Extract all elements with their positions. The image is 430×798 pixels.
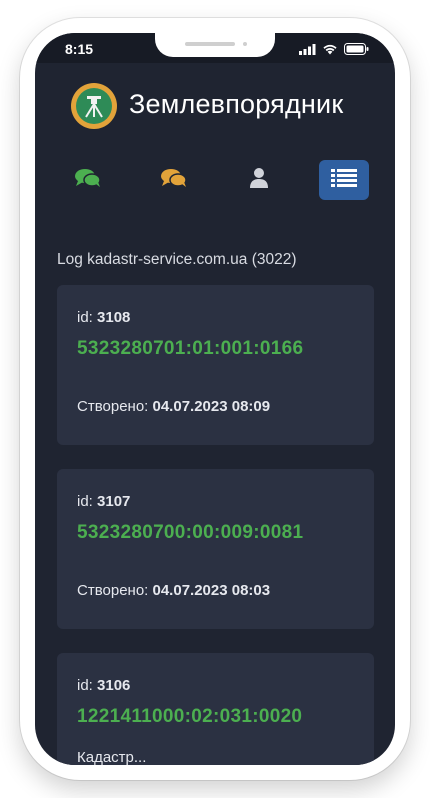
theodolite-logo-icon: [71, 83, 117, 129]
notch: [155, 33, 275, 57]
app-screen: 8:15 Землевпорядник Log kadastr-service.…: [35, 33, 395, 765]
status-bar: 8:15: [35, 33, 395, 63]
list-icon: [331, 168, 357, 193]
log-card[interactable]: id: 3107 5323280700:00:009:0081 Створено…: [57, 469, 374, 629]
cadastral-number[interactable]: 5323280701:01:001:0166: [77, 338, 303, 360]
nav-user[interactable]: [234, 160, 284, 200]
id-value: 3106: [97, 677, 131, 694]
log-card[interactable]: id: 3106 1221411000:02:031:0020 Кадастр.…: [57, 653, 374, 765]
id-label: id:: [77, 677, 93, 694]
id-label: id:: [77, 309, 93, 326]
top-nav: [59, 160, 379, 202]
status-icons: [299, 42, 369, 58]
entry-id: id: 3106: [77, 677, 130, 694]
id-value: 3108: [97, 309, 131, 326]
id-label: id:: [77, 493, 93, 510]
app-title: Землевпорядник: [129, 89, 344, 119]
nav-chat-green[interactable]: [63, 160, 113, 200]
app-header: Землевпорядник: [35, 81, 395, 137]
chat-icon: [161, 168, 187, 193]
chat-icon: [75, 168, 101, 193]
created-value: 04.07.2023 08:09: [152, 398, 271, 415]
created-label: Створено:: [77, 398, 149, 415]
nav-chat-orange[interactable]: [149, 160, 199, 200]
created-date: Створено: 04.07.2023 08:09: [77, 398, 270, 415]
entry-extra-text: Кадастр...: [77, 749, 147, 765]
cadastral-number[interactable]: 5323280700:00:009:0081: [77, 522, 303, 544]
entry-id: id: 3107: [77, 493, 130, 510]
signal-icon: [299, 42, 316, 58]
battery-icon: [344, 42, 369, 58]
entry-id: id: 3108: [77, 309, 130, 326]
created-label: Створено:: [77, 582, 149, 599]
nav-log-list[interactable]: [319, 160, 369, 200]
log-title: Log kadastr-service.com.ua (3022): [57, 251, 297, 268]
log-card[interactable]: id: 3108 5323280701:01:001:0166 Створено…: [57, 285, 374, 445]
created-value: 04.07.2023 08:03: [152, 582, 271, 599]
created-date: Створено: 04.07.2023 08:03: [77, 582, 270, 599]
status-time: 8:15: [65, 41, 94, 57]
wifi-icon: [322, 42, 338, 58]
cadastral-number[interactable]: 1221411000:02:031:0020: [77, 706, 302, 728]
user-icon: [249, 167, 269, 194]
id-value: 3107: [97, 493, 131, 510]
